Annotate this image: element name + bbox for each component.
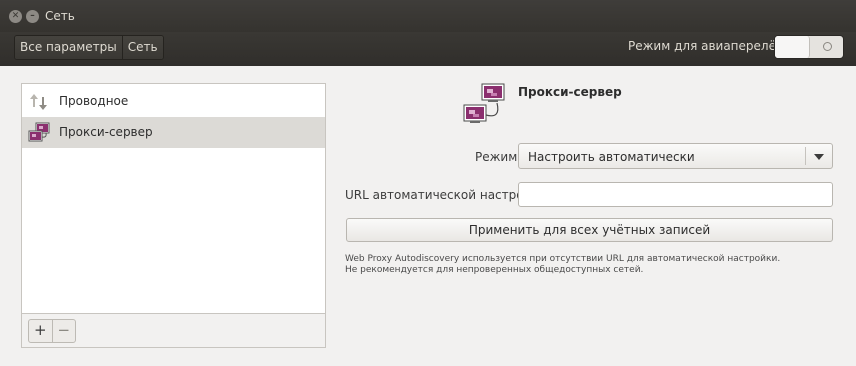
chevron-down-icon [814,154,824,160]
title-bar: ✕ – Сеть [0,0,856,32]
window-title: Сеть [45,9,75,23]
mode-dropdown[interactable]: Настроить автоматически [518,143,833,169]
airplane-mode-switch[interactable] [774,35,844,59]
airplane-mode-label: Режим для авиаперелётов [628,39,798,53]
switch-off-indicator-icon [823,42,832,51]
add-remove-group: + − [28,319,76,343]
breadcrumb: Все параметры Сеть [14,35,164,60]
sidebar-item-label: Прокси-сервер [59,125,153,139]
add-connection-button[interactable]: + [29,320,52,342]
mode-label: Режим [475,150,518,164]
connection-list: Проводное Прокси-сервер + − [21,83,326,348]
sidebar-item-proxy[interactable]: Прокси-сервер [22,117,325,148]
wired-network-icon [30,94,47,110]
remove-connection-button[interactable]: − [51,320,76,342]
autoconfig-url-label: URL автоматической настройки [345,188,547,202]
proxy-server-large-icon [463,83,505,123]
page-title: Прокси-сервер [518,85,622,99]
autoconfig-url-input[interactable] [518,182,833,207]
wpad-note-line2: Не рекомендуется для непроверенных общед… [345,265,644,275]
breadcrumb-network[interactable]: Сеть [121,36,163,59]
breadcrumb-all-settings[interactable]: Все параметры [15,36,122,59]
apply-system-wide-button[interactable]: Применить для всех учётных записей [346,218,833,242]
close-icon[interactable]: ✕ [9,10,22,23]
header-toolbar: Все параметры Сеть Режим для авиаперелёт… [0,32,856,66]
mode-selected-value: Настроить автоматически [528,150,695,164]
minimize-icon[interactable]: – [26,10,39,23]
dropdown-separator [805,147,806,165]
switch-knob [775,36,810,58]
proxy-icon [28,122,50,142]
wpad-note-line1: Web Proxy Autodiscovery используется при… [345,254,781,264]
sidebar-item-wired[interactable]: Проводное [22,86,325,117]
sidebar-item-label: Проводное [59,94,129,108]
list-actions-bar: + − [22,313,325,347]
